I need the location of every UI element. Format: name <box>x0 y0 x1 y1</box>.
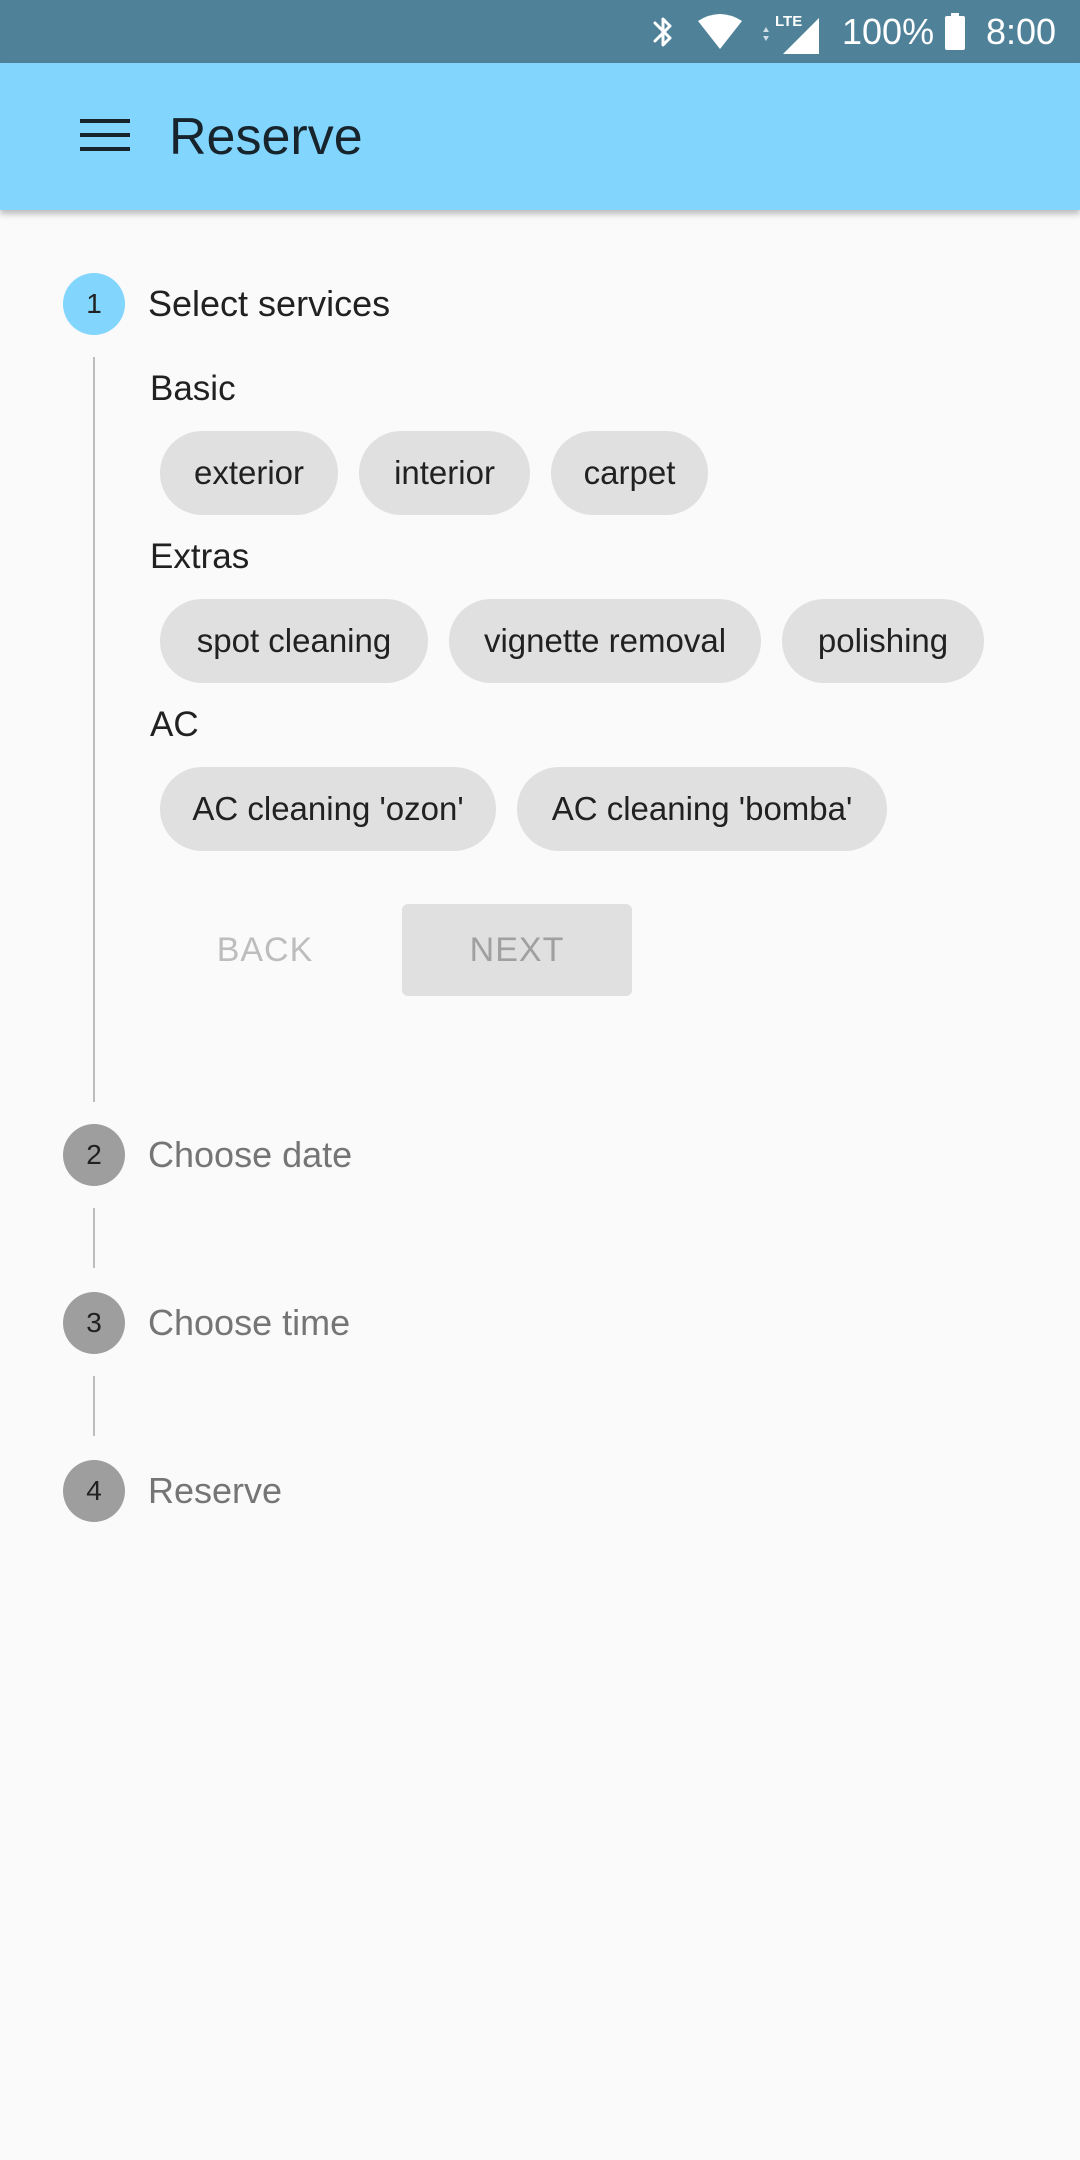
step-connector <box>93 357 95 1102</box>
chip-carpet[interactable]: carpet <box>551 431 708 515</box>
status-bar: LTE 100% 8:00 <box>0 0 1080 63</box>
group-label-ac: AC <box>150 705 199 744</box>
chip-ac-cleaning-bomba[interactable]: AC cleaning 'bomba' <box>517 767 887 851</box>
svg-text:LTE: LTE <box>775 13 802 30</box>
group-label-extras: Extras <box>150 537 250 576</box>
app-bar: Reserve <box>0 63 1080 210</box>
wifi-icon <box>694 0 746 63</box>
clock: 8:00 <box>986 11 1057 52</box>
step-2-indicator[interactable]: 2 <box>63 1124 125 1186</box>
step-1-title[interactable]: Select services <box>148 273 390 335</box>
menu-icon <box>80 117 130 158</box>
menu-button[interactable] <box>64 105 146 169</box>
chip-polishing[interactable]: polishing <box>782 599 984 683</box>
step-connector <box>93 1208 95 1268</box>
chip-interior[interactable]: interior <box>359 431 530 515</box>
step-2-title[interactable]: Choose date <box>148 1124 352 1186</box>
step-connector <box>93 1376 95 1436</box>
step-3-indicator[interactable]: 3 <box>63 1292 125 1354</box>
chip-spot-cleaning[interactable]: spot cleaning <box>160 599 428 683</box>
step-4-title[interactable]: Reserve <box>148 1460 282 1522</box>
signal-icon: LTE <box>756 0 824 63</box>
chip-exterior[interactable]: exterior <box>160 431 338 515</box>
chip-ac-cleaning-ozon[interactable]: AC cleaning 'ozon' <box>160 767 496 851</box>
group-label-basic: Basic <box>150 369 236 408</box>
bluetooth-icon <box>648 0 678 63</box>
page-title: Reserve <box>169 108 363 166</box>
step-3-title[interactable]: Choose time <box>148 1292 350 1354</box>
back-button[interactable]: BACK <box>190 904 340 996</box>
chip-vignette-removal[interactable]: vignette removal <box>449 599 761 683</box>
battery-percent: 100% <box>842 11 935 52</box>
step-1-indicator[interactable]: 1 <box>63 273 125 335</box>
battery-icon <box>940 0 970 63</box>
step-4-indicator[interactable]: 4 <box>63 1460 125 1522</box>
next-button[interactable]: NEXT <box>402 904 632 996</box>
